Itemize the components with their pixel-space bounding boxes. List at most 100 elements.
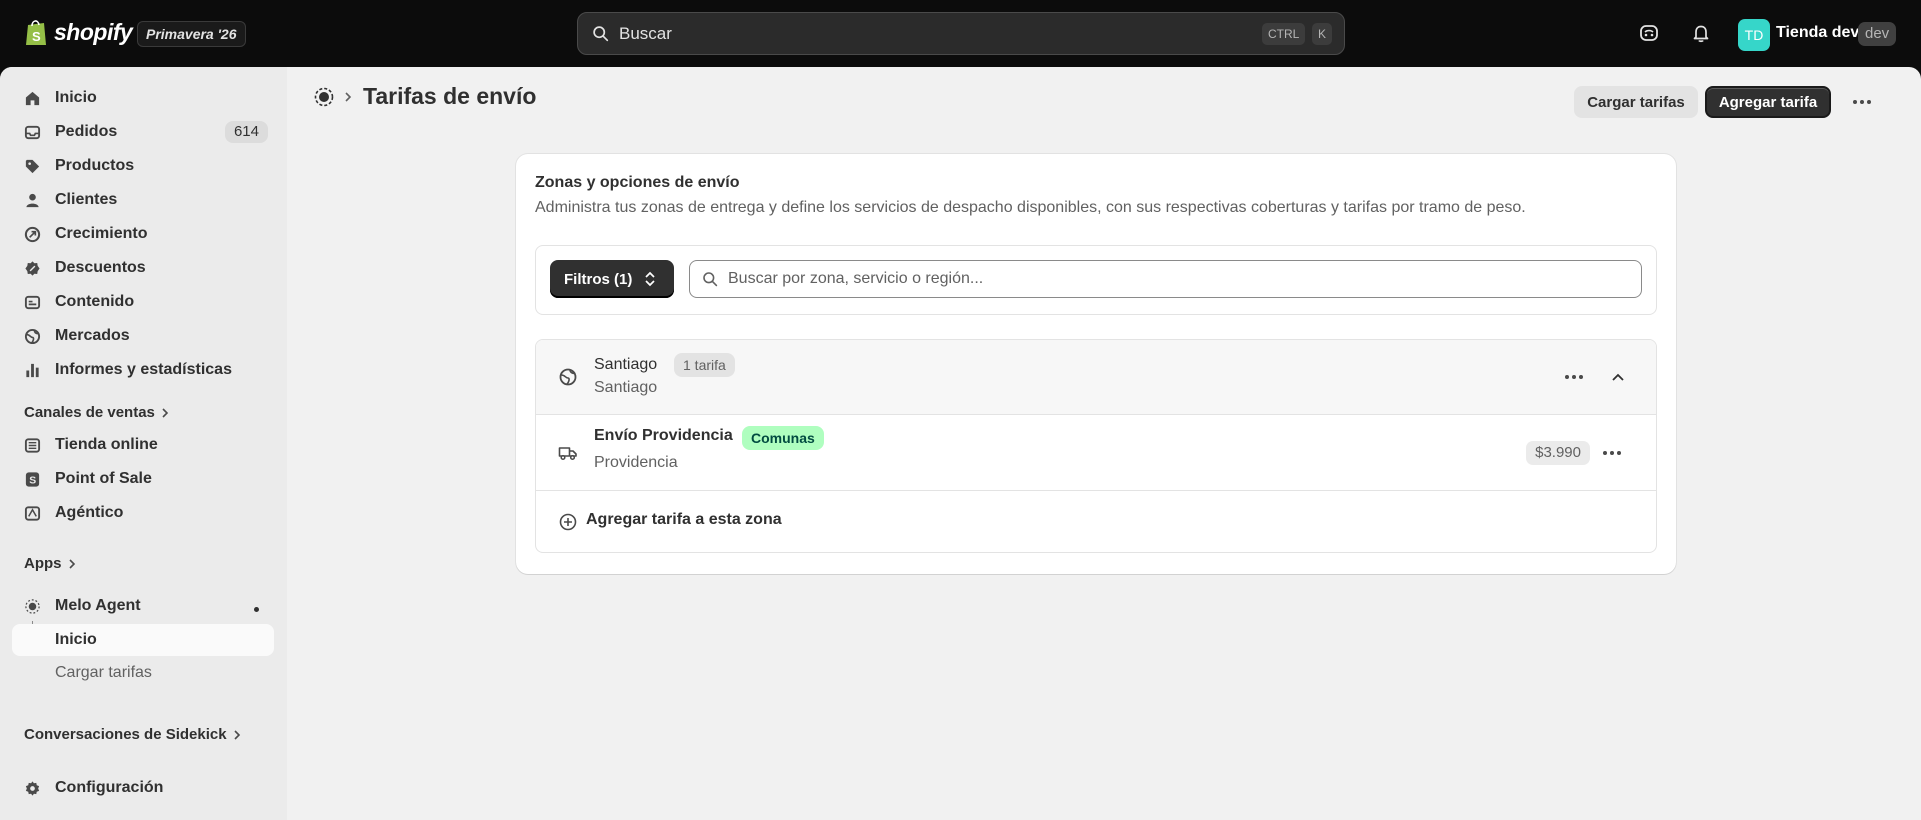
rate-count-badge: 1 tarifa xyxy=(674,353,735,377)
chevron-right-icon xyxy=(234,729,240,740)
page-title: Tarifas de envío xyxy=(363,83,537,109)
notifications-bell-icon[interactable] xyxy=(1688,20,1714,46)
add-rate-label: Agregar tarifa a esta zona xyxy=(586,511,782,528)
sidebar-item-label: Mercados xyxy=(55,327,130,344)
zone-search-input[interactable]: Buscar por zona, servicio o región... xyxy=(689,260,1642,298)
card-description: Administra tus zonas de entrega y define… xyxy=(535,199,1526,216)
app-frame: Inicio Pedidos 614 Productos Clientes Cr… xyxy=(0,67,1921,820)
sidekick-section[interactable]: Conversaciones de Sidekick xyxy=(24,726,241,743)
sidebar-item-tienda-online[interactable]: Tienda online xyxy=(12,429,274,461)
store-name[interactable]: Tienda dev xyxy=(1776,24,1859,42)
sidebar-item-melo-agent[interactable]: Melo Agent xyxy=(12,590,274,622)
sidebar-item-label: Descuentos xyxy=(55,259,146,276)
sidebar-item-label: Crecimiento xyxy=(55,225,148,242)
svg-text:S: S xyxy=(32,29,41,44)
sidebar-item-label: Melo Agent xyxy=(55,597,141,614)
sort-arrows-icon xyxy=(645,271,655,287)
sidebar-item-label: Productos xyxy=(55,157,135,174)
rate-subtitle: Providencia xyxy=(594,454,678,471)
shipping-zone: Santiago 1 tarifa Santiago Envío Provide… xyxy=(535,339,1657,553)
sidebar-item-label: Pedidos xyxy=(55,123,118,140)
sidebar-item-agentico[interactable]: Agéntico xyxy=(12,497,274,529)
global-search-input[interactable]: Buscar CTRL K xyxy=(577,12,1345,55)
store-icon xyxy=(24,438,41,453)
rate-row[interactable]: Envío Providencia Comunas Providencia $3… xyxy=(536,415,1656,491)
add-rate-to-zone-link[interactable]: Agregar tarifa a esta zona xyxy=(536,491,1656,552)
card-title: Zonas y opciones de envío xyxy=(535,174,740,191)
shortcut-key-ctrl: CTRL xyxy=(1262,23,1306,45)
discount-icon xyxy=(25,261,40,276)
orders-icon xyxy=(24,125,41,140)
rate-more-actions-icon[interactable] xyxy=(1596,437,1628,469)
sidebar-item-inicio[interactable]: Inicio xyxy=(12,82,274,114)
sidebar-item-label: Cargar tarifas xyxy=(55,664,152,681)
sidebar-subitem-cargar-tarifas[interactable]: Cargar tarifas xyxy=(12,657,274,689)
sidekick-icon[interactable] xyxy=(1636,20,1662,46)
search-placeholder: Buscar xyxy=(619,23,672,43)
environment-badge: dev xyxy=(1858,22,1897,46)
collapse-chevron-up-icon[interactable] xyxy=(1602,361,1634,393)
chevron-right-icon xyxy=(162,407,169,418)
truck-icon xyxy=(558,447,577,461)
zone-region: Santiago xyxy=(594,379,658,396)
apps-section[interactable]: Apps xyxy=(24,555,76,572)
filters-button[interactable]: Filtros (1) xyxy=(550,260,674,298)
orders-count-badge: 614 xyxy=(224,121,268,143)
sidebar-item-pedidos[interactable]: Pedidos 614 xyxy=(12,116,274,148)
page-header: Tarifas de envío xyxy=(313,83,536,110)
sidebar-item-label: Informes y estadísticas xyxy=(55,361,232,378)
zone-name: Santiago xyxy=(594,356,658,373)
sidebar-item-clientes[interactable]: Clientes xyxy=(12,184,274,216)
globe-icon xyxy=(24,328,41,345)
page-more-actions-icon[interactable] xyxy=(1846,86,1878,118)
store-avatar[interactable]: TD xyxy=(1738,19,1770,51)
sidekick-label: Conversaciones de Sidekick xyxy=(24,726,227,743)
sidebar-item-mercados[interactable]: Mercados xyxy=(12,320,274,352)
svg-text:S: S xyxy=(29,475,36,486)
sidebar-item-label: Inicio xyxy=(55,631,97,648)
apps-label: Apps xyxy=(24,555,62,572)
logo-wordmark: shopify xyxy=(54,18,133,45)
person-icon xyxy=(26,193,39,208)
pos-icon: S xyxy=(25,472,40,487)
shopify-logo[interactable]: S shopify xyxy=(24,17,133,47)
sidebar-item-crecimiento[interactable]: Crecimiento xyxy=(12,218,274,250)
sidebar-item-productos[interactable]: Productos xyxy=(12,150,274,182)
sidebar-subitem-inicio[interactable]: Inicio xyxy=(12,624,274,656)
sidebar-item-label: Point of Sale xyxy=(55,470,152,487)
search-icon xyxy=(593,26,609,42)
sidebar-item-label: Clientes xyxy=(55,191,118,208)
filters-label: Filtros (1) xyxy=(564,270,633,288)
rate-name: Envío Providencia xyxy=(594,427,733,444)
gear-icon xyxy=(25,781,40,796)
agentic-icon xyxy=(24,506,41,521)
melo-agent-icon[interactable] xyxy=(313,86,335,108)
plus-circle-icon xyxy=(559,513,577,531)
add-rate-button[interactable]: Agregar tarifa xyxy=(1705,86,1831,118)
breadcrumb-chevron-icon xyxy=(345,91,352,102)
content-icon xyxy=(24,295,41,310)
zone-more-actions-icon[interactable] xyxy=(1558,361,1590,393)
sales-channels-section[interactable]: Canales de ventas xyxy=(24,404,169,421)
filter-bar: Filtros (1) Buscar por zona, servicio o … xyxy=(535,245,1657,315)
rate-tag-badge: Comunas xyxy=(742,426,824,450)
sidebar-item-configuracion[interactable]: Configuración xyxy=(12,772,274,804)
home-icon xyxy=(25,91,40,106)
sidebar-item-informes[interactable]: Informes y estadísticas xyxy=(12,354,274,386)
shipping-zones-card: Zonas y opciones de envío Administra tus… xyxy=(516,154,1676,574)
search-icon xyxy=(703,272,718,287)
load-rates-button[interactable]: Cargar tarifas xyxy=(1574,86,1698,118)
growth-icon xyxy=(24,226,41,243)
unread-dot xyxy=(254,607,259,612)
tag-icon xyxy=(25,159,40,174)
sidebar-item-label: Tienda online xyxy=(55,436,158,453)
season-badge[interactable]: Primavera '26 xyxy=(137,21,246,47)
shopify-bag-icon: S xyxy=(26,20,46,45)
sidebar-item-point-of-sale[interactable]: S Point of Sale xyxy=(12,463,274,495)
sidebar-item-descuentos[interactable]: Descuentos xyxy=(12,252,274,284)
sidebar-item-contenido[interactable]: Contenido xyxy=(12,286,274,318)
sidebar-item-label: Inicio xyxy=(55,89,97,106)
shortcut-key-k: K xyxy=(1312,23,1333,45)
top-bar: S shopify Primavera '26 Buscar CTRL K TD… xyxy=(0,0,1921,67)
zone-header[interactable]: Santiago 1 tarifa Santiago xyxy=(536,340,1656,415)
